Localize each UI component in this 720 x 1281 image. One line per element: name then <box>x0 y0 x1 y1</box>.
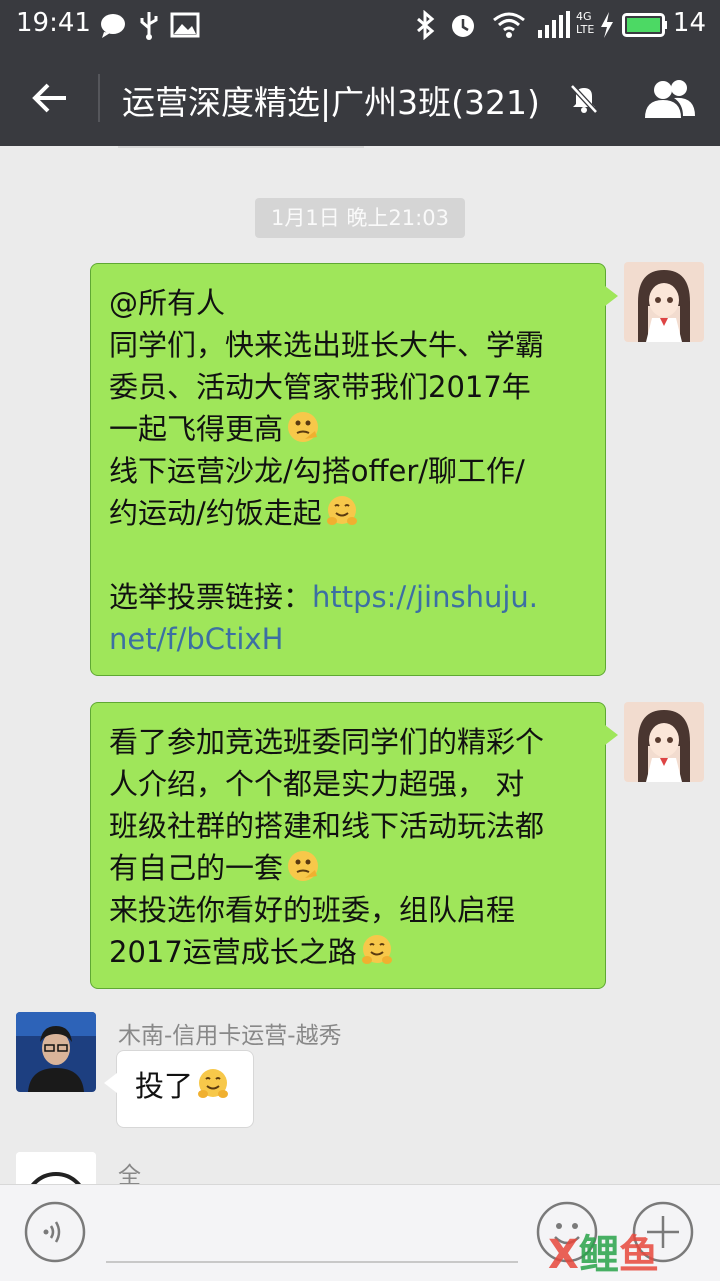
message-line: 同学们，快来选出班长大牛、学霸 <box>109 328 545 362</box>
chat-header: 运营深度精选|广州3班(321) <box>0 50 720 146</box>
message-line: 一起飞得更高 <box>109 412 284 446</box>
scroll-edge-line <box>118 146 364 148</box>
watermark-logo: X鲤鱼 <box>548 1232 659 1278</box>
chat-title: 运营深度精选|广州3班(321) <box>122 83 540 122</box>
status-time: 19:41 <box>16 8 91 38</box>
message-line: 线下运营沙龙/勾搭offer/聊工作/ <box>109 454 525 488</box>
vote-link[interactable]: https://jinshuju. <box>312 580 538 614</box>
thinking-emoji-icon <box>288 412 319 442</box>
message-line: 委员、活动大管家带我们2017年 <box>109 370 531 404</box>
self-avatar[interactable] <box>624 702 704 782</box>
message-line: 人介绍，个个都是实力超强， 对 <box>109 767 525 801</box>
member-avatar[interactable] <box>16 1012 96 1092</box>
smiley-avatar-icon <box>16 1152 96 1184</box>
battery-percent: 14 <box>672 8 706 38</box>
message-line: 有自己的一套 <box>109 851 284 885</box>
message-line-blank <box>109 534 587 576</box>
mute-bell-icon <box>570 84 598 114</box>
network-type: 4G LTE <box>576 10 595 36</box>
message-line: @所有人 <box>109 286 226 320</box>
charging-icon <box>601 12 613 38</box>
chat-bubble-icon <box>101 14 125 38</box>
voice-icon[interactable] <box>24 1201 86 1263</box>
hug-emoji-icon <box>326 496 357 525</box>
message-line: 选举投票链接： <box>109 580 313 614</box>
anime-girl-avatar-icon <box>624 262 704 342</box>
bluetooth-icon <box>417 10 435 40</box>
anime-girl-avatar-icon <box>624 702 704 782</box>
member-avatar[interactable] <box>16 1152 96 1184</box>
message-text: 投了 <box>135 1069 194 1103</box>
alarm-icon <box>452 15 474 37</box>
timestamp-badge: 1月1日 晚上21:03 <box>255 198 465 238</box>
message-line: 看了参加竞选班委同学们的精彩个 <box>109 725 545 759</box>
sender-name: 全 <box>118 1163 141 1184</box>
message-list[interactable]: 1月1日 晚上21:03 @所有人 同学们，快来选出班长大牛、学霸 委员、活动大… <box>0 146 720 1184</box>
thinking-emoji-icon <box>288 851 319 881</box>
hug-emoji-icon <box>198 1069 229 1098</box>
image-icon <box>170 12 200 38</box>
message-bubble-other[interactable]: 投了 <box>104 1050 254 1128</box>
vote-link-continued[interactable]: net/f/bCtixH <box>109 618 587 660</box>
message-bubble-self[interactable]: 看了参加竞选班委同学们的精彩个 人介绍，个个都是实力超强， 对 班级社群的搭建和… <box>90 702 618 989</box>
message-input[interactable] <box>106 1261 518 1263</box>
self-avatar[interactable] <box>624 262 704 342</box>
man-photo-avatar-icon <box>16 1012 96 1092</box>
sender-name: 木南-信用卡运营-越秀 <box>118 1023 342 1049</box>
message-line: 来投选你看好的班委，组队启程 <box>109 893 516 927</box>
message-line: 约运动/约饭走起 <box>109 496 322 530</box>
usb-icon <box>140 12 158 40</box>
title-divider <box>98 74 100 122</box>
back-arrow-icon[interactable] <box>28 76 72 120</box>
battery-icon <box>622 13 667 37</box>
group-members-icon[interactable] <box>642 76 698 122</box>
message-line: 2017运营成长之路 <box>109 935 357 969</box>
hug-emoji-icon <box>361 935 392 964</box>
status-bar: 19:41 4G LTE 14 <box>0 0 720 50</box>
wifi-icon <box>493 12 525 38</box>
message-bubble-self[interactable]: @所有人 同学们，快来选出班长大牛、学霸 委员、活动大管家带我们2017年 一起… <box>90 263 618 676</box>
message-line: 班级社群的搭建和线下活动玩法都 <box>109 809 545 843</box>
signal-icon <box>538 11 570 38</box>
